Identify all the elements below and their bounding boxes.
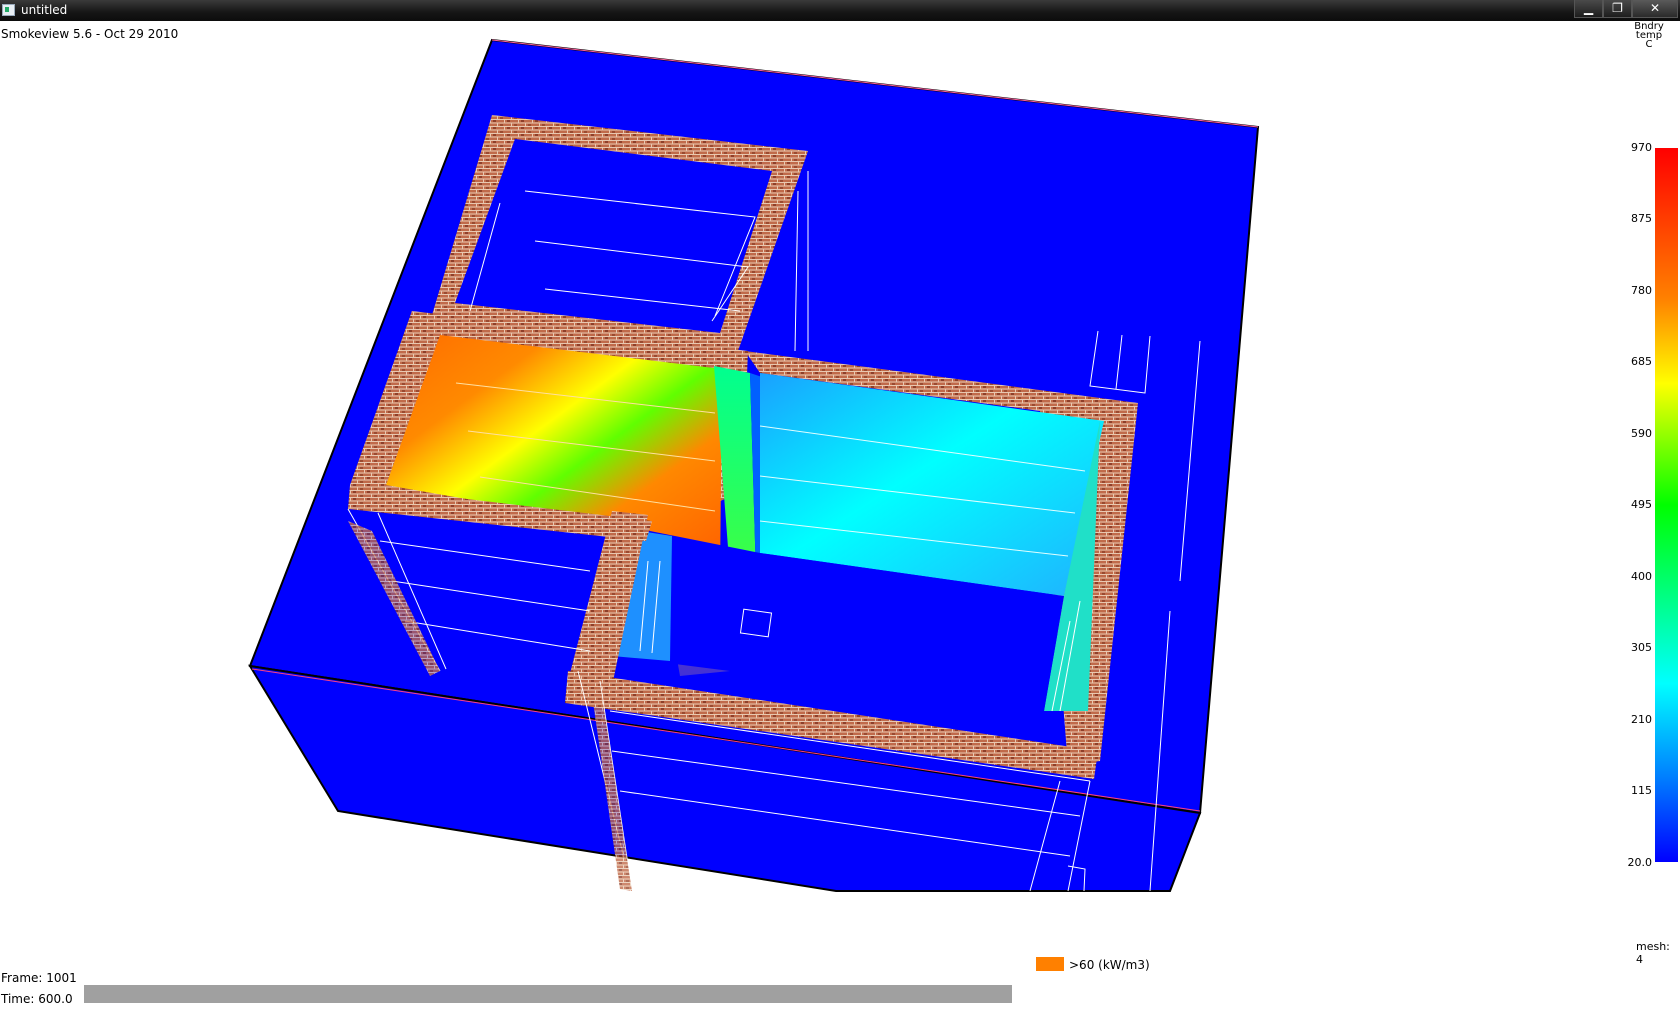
colorbar-label: 780	[1631, 284, 1652, 297]
mesh-label: mesh: 4	[1636, 940, 1670, 966]
frame-label: Frame: 1001	[1, 971, 77, 985]
restore-button[interactable]: ❐	[1603, 0, 1632, 18]
window-controls: ▁ ❐ ✕	[1574, 0, 1678, 19]
app-icon	[2, 4, 15, 16]
window-title: untitled	[21, 3, 68, 17]
colorbar-label: 970	[1631, 141, 1652, 154]
colorbar-label: 20.0	[1627, 856, 1653, 869]
colorbar	[1655, 148, 1678, 862]
colorbar-label: 210	[1631, 713, 1652, 726]
time-label: Time: 600.0	[1, 992, 73, 1006]
time-progress-bar[interactable]	[84, 985, 1012, 1003]
colorbar-label: 685	[1631, 355, 1652, 368]
colorbar-label: 400	[1631, 570, 1652, 583]
colorbar-label: 115	[1631, 784, 1652, 797]
colorbar-label: 495	[1631, 498, 1652, 511]
close-button[interactable]: ✕	[1632, 0, 1678, 18]
colorbar-title-line: C	[1645, 39, 1653, 50]
window-titlebar: untitled ▁ ❐ ✕	[0, 0, 1680, 21]
hrr-label: >60 (kW/m3)	[1069, 958, 1150, 972]
colorbar-label: 305	[1631, 641, 1652, 654]
minimize-button[interactable]: ▁	[1574, 0, 1603, 18]
colorbar-title: Bndry temp C	[1620, 22, 1678, 50]
colorbar-label: 590	[1631, 427, 1652, 440]
hrr-color-swatch	[1036, 957, 1064, 971]
scene-viewport[interactable]	[0, 21, 1620, 961]
colorbar-label: 875	[1631, 212, 1652, 225]
